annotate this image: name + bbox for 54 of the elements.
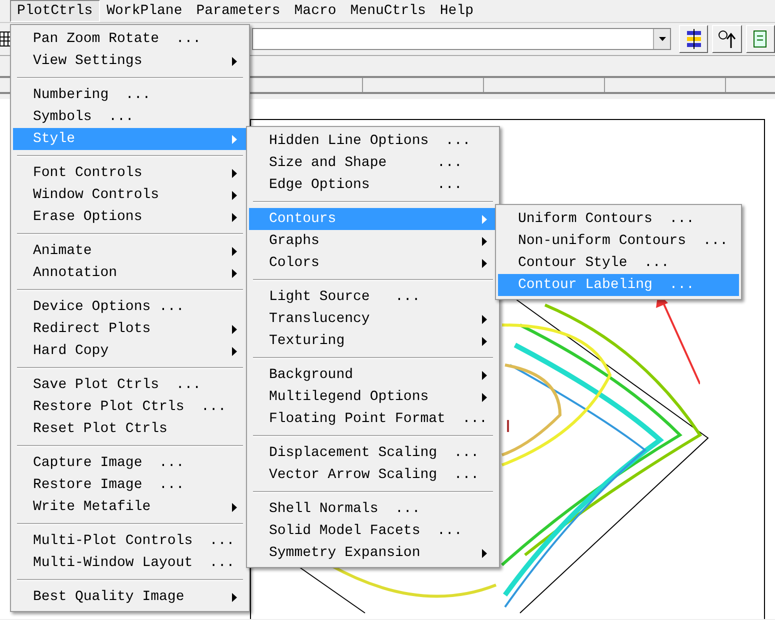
- menu-item[interactable]: Capture Image ...: [13, 452, 247, 474]
- command-field[interactable]: [252, 28, 672, 50]
- menu-item[interactable]: Reset Plot Ctrls: [13, 418, 247, 440]
- menu-title[interactable]: Parameters: [189, 0, 288, 22]
- menu-item[interactable]: Write Metafile: [13, 496, 247, 518]
- toolbar-button[interactable]: [712, 25, 742, 53]
- menu-item[interactable]: Window Controls: [13, 184, 247, 206]
- menu-item[interactable]: Symbols ...: [13, 106, 247, 128]
- menu-item[interactable]: Restore Plot Ctrls ...: [13, 396, 247, 418]
- menu-item[interactable]: Device Options ...: [13, 296, 247, 318]
- caret-icon: [658, 37, 666, 41]
- menu-item[interactable]: Solid Model Facets ...: [249, 520, 497, 542]
- menu-item[interactable]: Symmetry Expansion: [249, 542, 497, 564]
- menu-item[interactable]: Save Plot Ctrls ...: [13, 374, 247, 396]
- toolbar-button[interactable]: [679, 25, 708, 53]
- arrow-up-icon: [717, 29, 738, 49]
- menu-item[interactable]: Vector Arrow Scaling ...: [249, 464, 497, 486]
- menu-item[interactable]: Colors: [249, 252, 497, 274]
- document-icon: [753, 29, 768, 49]
- menu-item[interactable]: Restore Image ...: [13, 474, 247, 496]
- menu-item[interactable]: Erase Options: [13, 206, 247, 228]
- menu-item[interactable]: Non-uniform Contours ...: [498, 230, 739, 252]
- menu-item[interactable]: View Settings: [13, 50, 247, 72]
- menu-item[interactable]: Translucency: [249, 308, 497, 330]
- menu-item[interactable]: Light Source ...: [249, 286, 497, 308]
- menu-item[interactable]: Animate: [13, 240, 247, 262]
- menu-title[interactable]: Macro: [287, 0, 344, 22]
- menu-item[interactable]: Displacement Scaling ...: [249, 442, 497, 464]
- menu-item[interactable]: Floating Point Format ...: [249, 408, 497, 430]
- menu-item[interactable]: Shell Normals ...: [249, 498, 497, 520]
- menu-item[interactable]: Texturing: [249, 330, 497, 352]
- menu-item[interactable]: Edge Options ...: [249, 174, 497, 196]
- menu-item[interactable]: Best Quality Image: [13, 586, 247, 608]
- menu-item[interactable]: Multi-Plot Controls ...: [13, 530, 247, 552]
- menu-item[interactable]: Font Controls: [13, 162, 247, 184]
- toolbar-button[interactable]: [746, 25, 775, 53]
- menu-item[interactable]: Multilegend Options: [249, 386, 497, 408]
- menu-item[interactable]: Multi-Window Layout ...: [13, 552, 247, 574]
- menu-item[interactable]: Hard Copy: [13, 340, 247, 362]
- menu-item[interactable]: Hidden Line Options ...: [249, 130, 497, 152]
- menu-title[interactable]: Help: [432, 0, 481, 22]
- menu-item[interactable]: Numbering ...: [13, 84, 247, 106]
- menu-item[interactable]: Pan Zoom Rotate ...: [13, 28, 247, 50]
- menu-item[interactable]: Graphs: [249, 230, 497, 252]
- dropdown-button[interactable]: [653, 29, 670, 49]
- menu-item[interactable]: Annotation: [13, 262, 247, 284]
- menu-item[interactable]: Background: [249, 364, 497, 386]
- menu-item[interactable]: Uniform Contours ...: [498, 208, 739, 230]
- menu-item[interactable]: Size and Shape ...: [249, 152, 497, 174]
- menu-title[interactable]: WorkPlane: [100, 0, 190, 22]
- menu-item[interactable]: Redirect Plots: [13, 318, 247, 340]
- menu-item[interactable]: Contour Style ...: [498, 252, 739, 274]
- menu-title[interactable]: MenuCtrls: [343, 0, 433, 22]
- menu-title[interactable]: PlotCtrls: [10, 0, 100, 22]
